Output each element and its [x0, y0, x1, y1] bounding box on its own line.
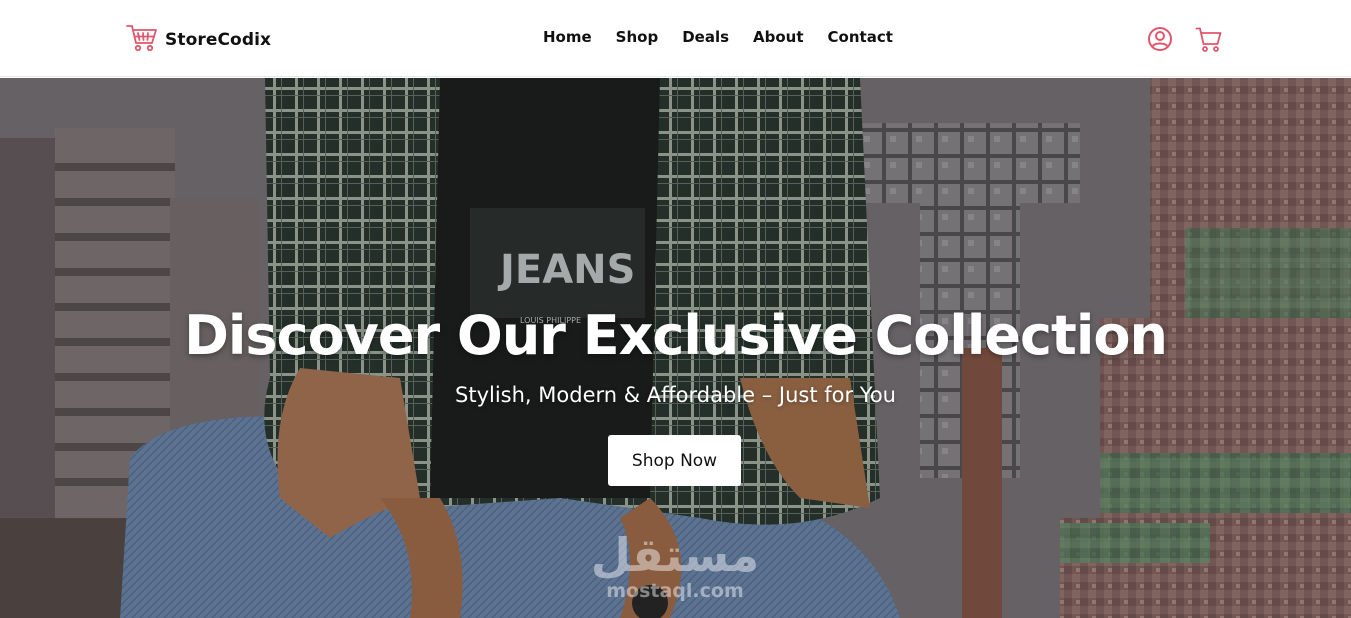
cart-icon — [1195, 27, 1222, 57]
hero-subtitle: Stylish, Modern & Affordable – Just for … — [455, 383, 896, 407]
cart-button[interactable] — [1195, 26, 1222, 53]
watermark-arabic: مستقل — [590, 528, 760, 582]
site-header: StoreCodix Home Shop Deals About Contact — [0, 0, 1351, 77]
nav-contact[interactable]: Contact — [828, 28, 893, 46]
hero-title: Discover Our Exclusive Collection — [184, 304, 1168, 367]
account-button[interactable] — [1147, 26, 1173, 52]
nav-about[interactable]: About — [753, 28, 804, 46]
watermark: مستقل mostaql.com — [590, 528, 760, 618]
user-circle-icon — [1147, 27, 1173, 56]
nav-shop[interactable]: Shop — [616, 28, 659, 46]
hero-banner: JEANS LOUIS PHILIPPE Discover Our Exclus… — [0, 78, 1351, 618]
shopping-cart-icon — [126, 23, 158, 57]
shop-now-button[interactable]: Shop Now — [608, 435, 741, 486]
watermark-latin: mostaql.com — [606, 580, 744, 602]
nav-home[interactable]: Home — [543, 28, 592, 46]
brand-name: StoreCodix — [165, 30, 272, 50]
logo[interactable]: StoreCodix — [126, 23, 271, 57]
main-nav: Home Shop Deals About Contact — [543, 28, 893, 46]
nav-deals[interactable]: Deals — [682, 28, 729, 46]
